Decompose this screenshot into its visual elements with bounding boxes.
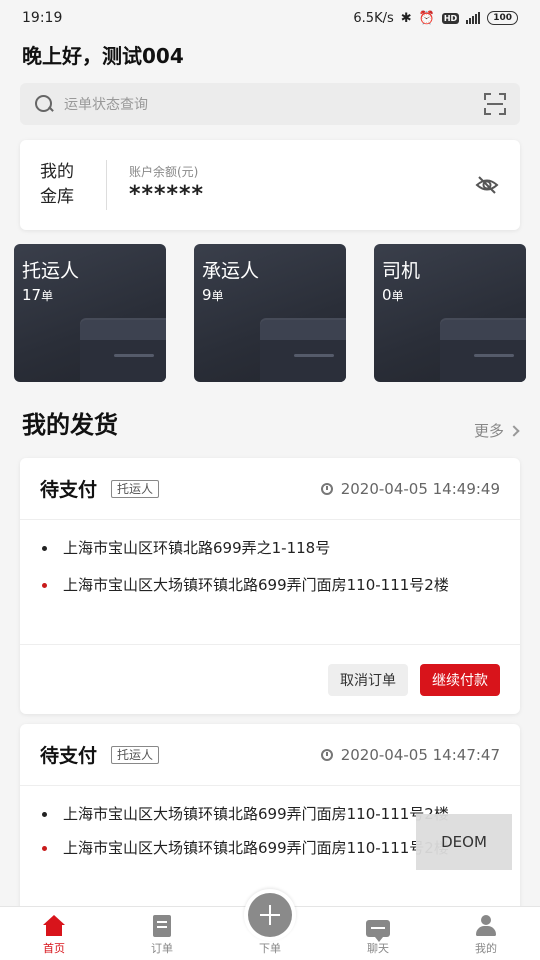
nav-label: 首页 <box>43 942 65 955</box>
order-status: 待支付 <box>40 479 98 501</box>
order-role-tag: 托运人 <box>111 479 160 498</box>
role-cards: 托运人 17单 承运人 9单 司机 0单 <box>14 244 526 382</box>
battery-icon: 100 <box>487 11 518 25</box>
plus-icon <box>248 893 292 937</box>
clipboard-icon <box>153 915 171 937</box>
truck-illustration <box>440 318 526 382</box>
order-card[interactable]: 待支付 托运人 2020-04-05 14:49:49 上海市宝山区环镇北路69… <box>20 458 520 714</box>
signal-icon <box>466 12 481 24</box>
nav-label: 聊天 <box>367 942 389 955</box>
order-header: 待支付 托运人 2020-04-05 14:47:47 <box>20 724 520 786</box>
role-count: 0单 <box>382 286 404 304</box>
destination-address: 上海市宝山区大场镇环镇北路699弄门面房110-111号2楼 <box>20 574 520 596</box>
status-bar: 19:19 6.5K/s ✱ ⏰ HD 100 <box>0 0 540 36</box>
nav-item-chat[interactable]: 聊天 <box>324 907 432 960</box>
chevron-right-icon <box>508 424 520 437</box>
scan-icon[interactable] <box>484 93 506 115</box>
role-count: 9单 <box>202 286 224 304</box>
role-card-carrier[interactable]: 承运人 9单 <box>194 244 346 382</box>
create-order-button[interactable] <box>244 889 296 941</box>
destination-dot-icon <box>42 583 47 588</box>
continue-pay-button[interactable]: 继续付款 <box>420 663 500 696</box>
order-role-tag: 托运人 <box>111 745 160 764</box>
balance-label: 账户余额(元) <box>129 165 199 179</box>
search-bar[interactable]: 运单状态查询 <box>20 83 520 125</box>
role-name: 承运人 <box>202 260 260 282</box>
more-label: 更多 <box>473 422 504 440</box>
vault-balance: 账户余额(元) ****** <box>107 163 474 207</box>
clock-icon <box>320 482 333 495</box>
nav-item-orders[interactable]: 订单 <box>108 907 216 960</box>
bottom-nav: 首页 订单 下单 聊天 我的 <box>0 889 540 960</box>
more-link[interactable]: 更多 <box>473 420 520 441</box>
section-title: 我的发货 <box>22 411 118 439</box>
eye-off-icon[interactable] <box>474 172 500 198</box>
nav-label: 我的 <box>475 942 497 955</box>
role-card-driver[interactable]: 司机 0单 <box>374 244 526 382</box>
nav-label: 订单 <box>151 942 173 955</box>
truck-illustration <box>80 318 166 382</box>
home-icon <box>42 915 66 937</box>
order-time: 2020-04-05 14:47:47 <box>320 746 500 764</box>
greeting-title: 晚上好，测试004 <box>22 44 184 68</box>
balance-value: ****** <box>129 182 205 207</box>
role-count: 17单 <box>22 286 54 304</box>
order-actions: 取消订单 继续付款 <box>20 644 520 714</box>
clock-icon <box>320 748 333 761</box>
role-name: 托运人 <box>22 260 80 282</box>
status-time: 19:19 <box>22 10 63 26</box>
nav-label: 下单 <box>259 942 281 955</box>
status-icons: 6.5K/s ✱ ⏰ HD 100 <box>353 11 518 26</box>
search-input[interactable]: 运单状态查询 <box>64 94 484 114</box>
cancel-order-button[interactable]: 取消订单 <box>328 663 408 696</box>
order-header: 待支付 托运人 2020-04-05 14:49:49 <box>20 458 520 520</box>
bluetooth-icon: ✱ <box>400 10 412 26</box>
truck-illustration <box>260 318 346 382</box>
search-icon <box>34 94 54 114</box>
nav-item-mine[interactable]: 我的 <box>432 907 540 960</box>
role-name: 司机 <box>382 260 421 282</box>
order-time: 2020-04-05 14:49:49 <box>320 480 500 498</box>
net-speed: 6.5K/s <box>353 10 394 26</box>
alarm-icon: ⏰ <box>418 10 435 26</box>
demo-badge[interactable]: DEOM <box>416 814 512 870</box>
origin-dot-icon <box>42 546 47 551</box>
nav-item-home[interactable]: 首页 <box>0 907 108 960</box>
vault-card[interactable]: 我的 金库 账户余额(元) ****** <box>20 140 520 230</box>
origin-address: 上海市宝山区环镇北路699弄之1-118号 <box>20 537 520 559</box>
order-status: 待支付 <box>40 745 98 767</box>
vault-title: 我的 金库 <box>40 162 74 207</box>
user-icon <box>474 915 498 937</box>
role-card-shipper[interactable]: 托运人 17单 <box>14 244 166 382</box>
origin-dot-icon <box>42 812 47 817</box>
hd-icon: HD <box>441 12 460 24</box>
destination-dot-icon <box>42 846 47 851</box>
chat-icon <box>366 920 390 942</box>
